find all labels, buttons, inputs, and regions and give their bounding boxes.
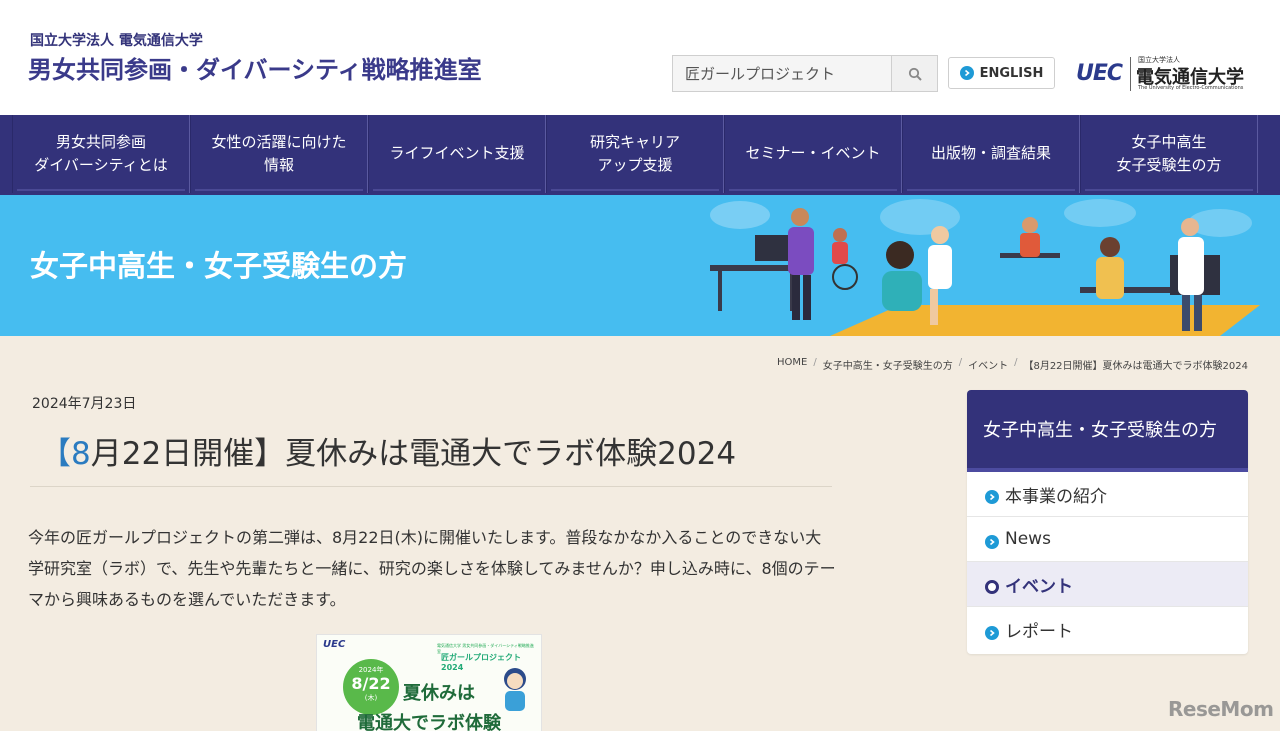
poster-headline-2: 電通大でラボ体験 [357,713,501,731]
chevron-right-icon [985,535,999,549]
badge-day: (木) [364,694,378,702]
search-box [672,55,938,92]
org-subtitle[interactable]: 国立大学法人 電気通信大学 [30,30,203,50]
chevron-right-icon [985,490,999,504]
title-rest: 月22日開催】夏休みは電通大でラボ体験2024 [90,436,737,472]
site-title[interactable]: 男女共同参画・ダイバーシティ戦略推進室 [28,50,482,85]
nav-label: 研究キャリア アップ支援 [589,132,680,174]
poster-headline-1: 夏休みは [403,683,475,704]
mascot-icon [504,668,526,711]
sidebar-item-report[interactable]: レポート [967,607,1248,652]
breadcrumb-separator: / [958,357,963,368]
active-ring-icon [985,580,999,594]
nav-item-career[interactable]: 研究キャリア アップ支援 [546,115,724,193]
sidebar-item-label: レポート [1005,622,1073,642]
badge-date: 8/22 [351,674,391,693]
article-title: 【8月22日開催】夏休みは電通大でラボ体験2024 [40,428,736,473]
uec-mark: UEC [1076,61,1123,86]
chevron-right-icon [985,625,999,640]
nav-label: セミナー・イベント [745,144,881,163]
nav-label: 出版物・調査結果 [930,144,1051,163]
search-icon [908,67,922,81]
post-date: 2024年7月23日 [32,396,137,412]
site-header: 国立大学法人 電気通信大学 男女共同参画・ダイバーシティ戦略推進室 ENGLIS… [0,0,1280,115]
hero-title: 女子中高生・女子受験生の方 [30,249,408,283]
breadcrumb-separator: / [1014,357,1018,368]
sidebar-item-label: 本事業の紹介 [1005,486,1107,507]
chevron-right-icon [959,66,974,80]
main-nav: 男女共同参画 ダイバーシティとは 女性の活躍に向けた 情報 ライフイベント支援 … [0,115,1280,195]
breadcrumb-separator: / [813,357,817,368]
nav-label: 女子中高生 女子受験生の方 [1116,132,1222,174]
article-body: 今年の匠ガールプロジェクトの第二弾は、8月22日(木)に開催いたします。普段なか… [28,528,836,609]
search-input[interactable] [673,56,893,91]
sidebar-item-intro[interactable]: 本事業の紹介 [967,472,1248,517]
nav-item-seminar[interactable]: セミナー・イベント [724,115,902,193]
uec-logo[interactable]: UEC 国立大学法人 電気通信大学 The University of Elec… [1076,55,1251,95]
logo-divider [1130,57,1131,91]
sidebar-heading: 女子中高生・女子受験生の方 [967,390,1248,472]
office-illustration [710,199,1260,336]
title-bracket: 【 [40,436,71,472]
hero-banner: 女子中高生・女子受験生の方 [0,195,1280,336]
nav-item-women-info[interactable]: 女性の活躍に向けた 情報 [190,115,368,193]
sidebar-item-news[interactable]: News [967,517,1248,562]
breadcrumb-current: 【8月22日開催】夏休みは電通大でラボ体験2024 [1023,361,1248,372]
sidebar-item-label: News [1005,529,1051,549]
english-button[interactable]: ENGLISH [948,57,1055,89]
breadcrumb-home[interactable]: HOME [777,357,807,372]
nav-item-life-event[interactable]: ライフイベント支援 [368,115,546,193]
breadcrumb-event[interactable]: イベント [968,357,1008,372]
nav-label: 女性の活躍に向けた 情報 [211,132,347,174]
breadcrumb: HOME / 女子中高生・女子受験生の方 / イベント / 【8月22日開催】夏… [777,357,1248,372]
sidebar-item-label: イベント [1005,576,1073,597]
resemom-watermark: ReseMom [1168,697,1274,721]
nav-item-publications[interactable]: 出版物・調査結果 [902,115,1080,193]
nav-item-diversity[interactable]: 男女共同参画 ダイバーシティとは [12,115,190,193]
breadcrumb-students[interactable]: 女子中高生・女子受験生の方 [823,357,953,372]
nav-label: 男女共同参画 ダイバーシティとは [34,132,168,174]
nav-label: ライフイベント支援 [389,144,525,163]
uec-english-name: The University of Electro-Communications [1138,85,1244,91]
nav-item-students[interactable]: 女子中高生 女子受験生の方 [1080,115,1258,193]
english-label: ENGLISH [979,65,1044,81]
sidebar-item-event[interactable]: イベント [967,562,1248,607]
poster-date-badge: 2024年 8/22 (木) [343,659,399,715]
search-button[interactable] [892,56,937,91]
event-poster[interactable]: UEC 電気通信大学 男女共同参画・ダイバーシティ戦略推進室 匠ガールプロジェク… [316,634,542,731]
poster-uec-logo: UEC [323,639,346,650]
sidebar: 女子中高生・女子受験生の方 本事業の紹介 News イベント レポート [967,390,1248,654]
title-month: 8 [71,436,91,472]
title-divider [30,486,832,487]
